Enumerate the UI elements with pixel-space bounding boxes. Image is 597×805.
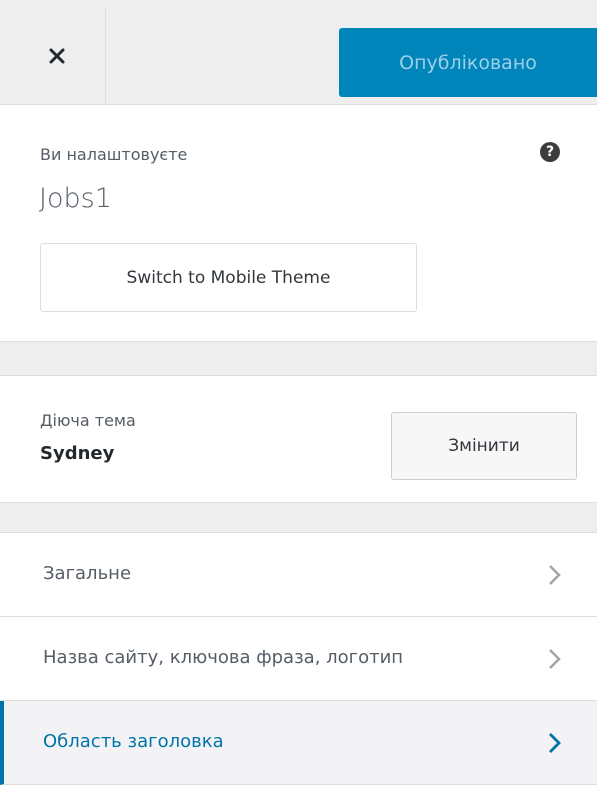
section-header-area[interactable]: Область заголовка [0,701,597,785]
question-circle-icon[interactable]: ? [540,142,560,162]
customizer-sections-list: Загальне Назва сайту, ключова фраза, лог… [0,532,597,805]
section-label: Назва сайту, ключова фраза, логотип [43,647,404,668]
close-icon [49,48,64,64]
chevron-right-icon [549,649,561,669]
active-theme-panel: Діюча тема Sydney Змінити [0,375,597,503]
customize-info-panel: Ви налаштовуєте ? Jobs1 Switch to Mobile… [0,105,597,342]
section-site-identity[interactable]: Назва сайту, ключова фраза, логотип [0,617,597,701]
chevron-right-icon [549,565,561,585]
publish-button[interactable]: Опубліковано [339,28,597,97]
customizer-sidebar: Опубліковано Ви налаштовуєте ? Jobs1 Swi… [0,0,597,805]
chevron-right-icon [549,733,561,753]
close-button[interactable] [8,8,106,104]
change-theme-button[interactable]: Змінити [391,412,577,480]
customizing-label: Ви налаштовуєте [40,145,188,164]
customizer-header: Опубліковано [0,0,597,105]
section-general[interactable]: Загальне [0,533,597,617]
active-theme-label: Діюча тема [40,411,136,430]
active-theme-name: Sydney [40,443,115,464]
section-label: Область заголовка [43,731,224,752]
section-label: Загальне [43,563,132,584]
site-title: Jobs1 [39,183,112,214]
switch-to-mobile-theme-button[interactable]: Switch to Mobile Theme [40,243,417,312]
